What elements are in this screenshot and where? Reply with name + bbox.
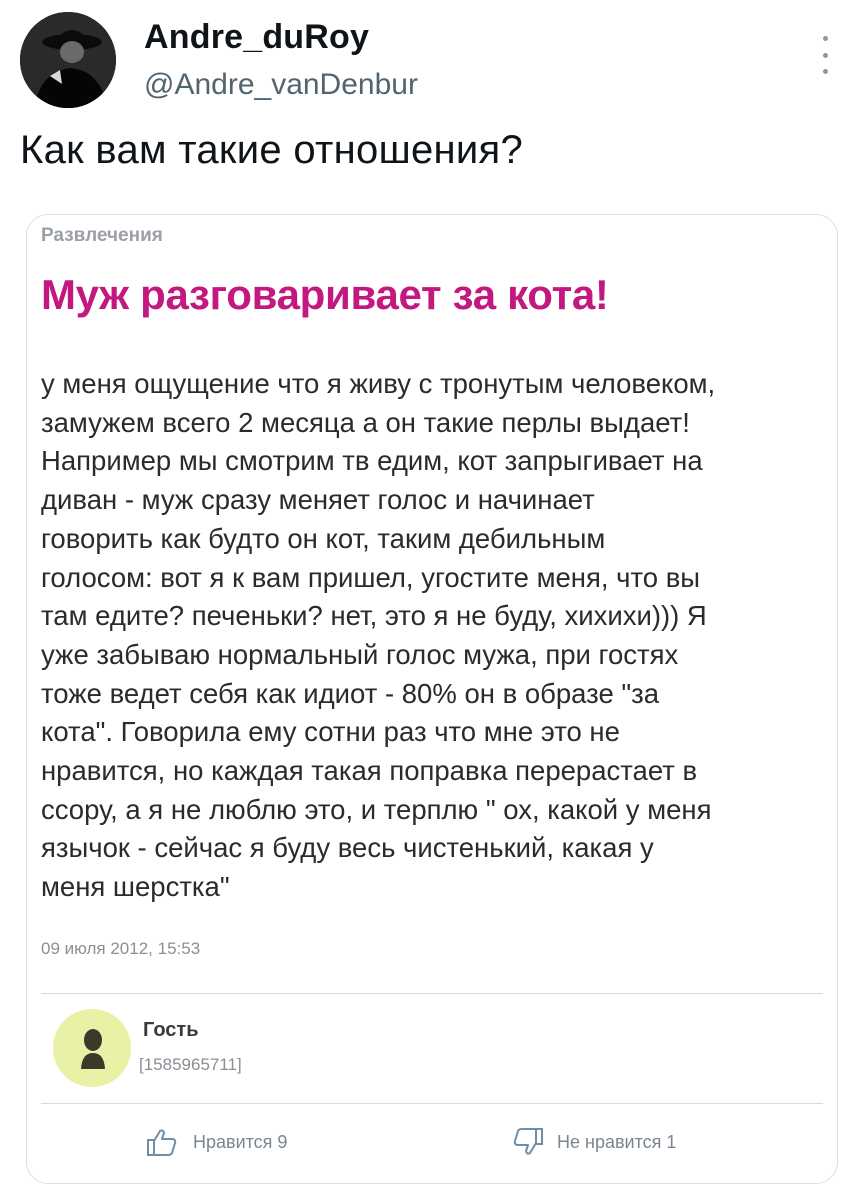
guest-user-icon: [53, 1009, 131, 1087]
dislike-button[interactable]: Не нравится 1: [511, 1127, 676, 1157]
post-category[interactable]: Развлечения: [41, 225, 163, 247]
post-headline: Муж разговаривает за кота!: [41, 271, 609, 318]
user-avatar-photo-icon: [20, 12, 116, 108]
user-avatar[interactable]: [20, 12, 116, 108]
guest-name[interactable]: Гость: [143, 1019, 199, 1042]
dislike-label: Не нравится 1: [557, 1131, 677, 1152]
tweet-header: Andre_duRoy @Andre_vanDenbur: [20, 12, 838, 112]
quoted-screenshot-card: Развлечения Муж разговаривает за кота! у…: [26, 214, 838, 1184]
display-name[interactable]: Andre_duRoy: [144, 18, 369, 57]
post-body: у меня ощущение что я живу с тронутым че…: [41, 368, 716, 903]
post-date: 09 июля 2012, 15:53: [41, 939, 201, 958]
divider: [41, 1103, 823, 1104]
guest-avatar: [53, 1009, 131, 1087]
tweet-text: Как вам такие отношения?: [20, 128, 524, 172]
thumbs-down-icon: [513, 1128, 543, 1155]
guest-id: [1585965711]: [139, 1055, 242, 1074]
more-vertical-icon[interactable]: [818, 36, 832, 74]
user-handle[interactable]: @Andre_vanDenbur: [144, 68, 418, 102]
thumbs-up-icon: [147, 1129, 177, 1156]
like-button[interactable]: Нравится 9: [145, 1127, 287, 1157]
like-label: Нравится 9: [193, 1131, 288, 1152]
divider: [41, 993, 823, 994]
